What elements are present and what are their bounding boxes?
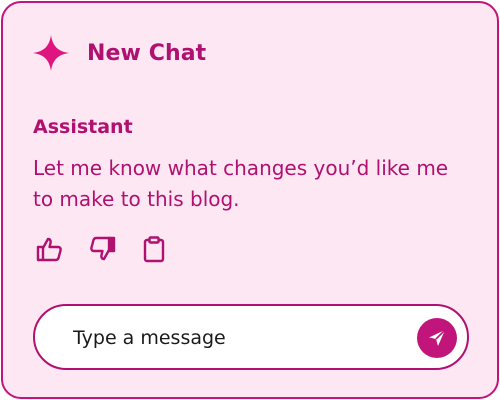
thumbs-up-button[interactable] [33,235,67,263]
chat-title: New Chat [87,40,207,66]
message-sender: Assistant [33,116,133,138]
clipboard-icon [143,236,165,263]
message-actions [33,235,171,263]
thumbs-up-icon [36,237,62,262]
chat-panel: New Chat Assistant Let me know what chan… [1,1,499,399]
send-icon [429,329,446,346]
assistant-message: Let me know what changes you’d like me t… [33,156,449,211]
thumbs-down-icon [90,236,116,261]
chat-header: New Chat [31,31,206,75]
send-button[interactable] [417,318,457,358]
message-input[interactable] [73,325,403,351]
copy-button[interactable] [137,235,171,263]
message-composer [33,304,469,370]
sparkle-icon [33,35,69,71]
thumbs-down-button[interactable] [85,235,119,263]
